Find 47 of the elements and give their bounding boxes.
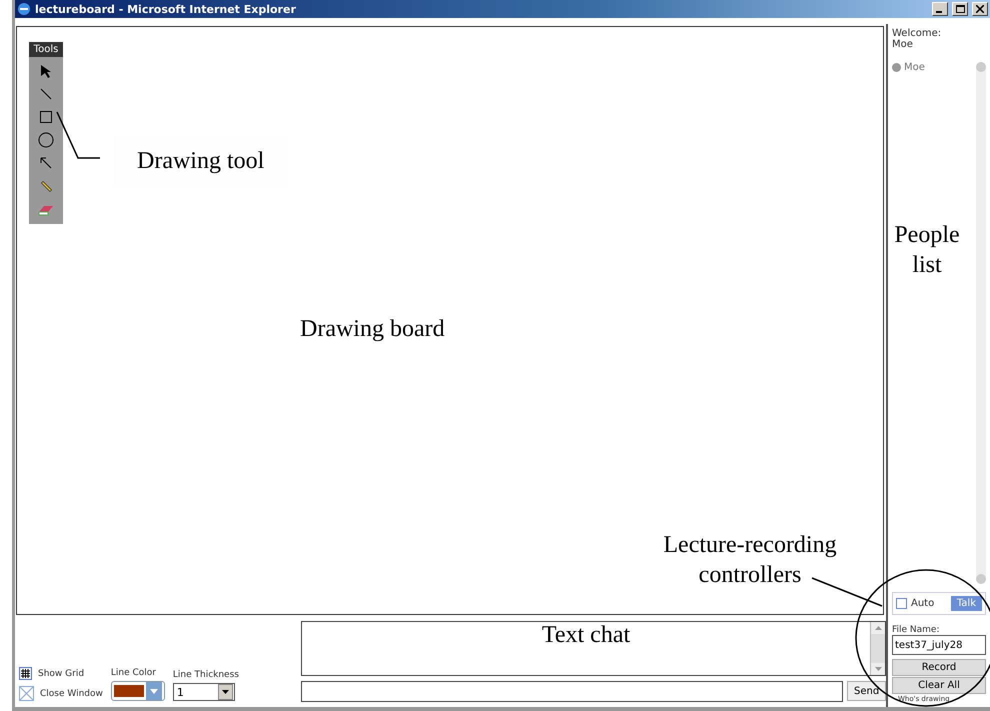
annotation-label: Drawing board [300,316,445,342]
annotation-label: People list [893,221,961,280]
send-button[interactable]: Send [847,681,886,701]
grid-icon [19,667,32,680]
panel-button[interactable]: Clear All [892,677,986,694]
close-window-icon [19,686,34,701]
close-button[interactable] [972,2,988,16]
file-name-field[interactable]: test37_july28 [892,635,986,655]
pointer-icon [39,64,53,78]
auto-label: Auto [911,598,934,609]
circle-icon [38,132,54,148]
dropdown-arrow-icon [150,688,158,694]
minimize-button[interactable] [932,2,948,16]
line-thickness-select[interactable]: 1 [172,683,235,701]
auto-checkbox[interactable] [896,598,907,609]
scroll-down-icon [874,667,882,671]
chat-input[interactable] [301,681,843,702]
arrow-icon [39,156,53,170]
close-window-button[interactable]: Close Window [19,686,103,701]
person-item[interactable]: Moe [892,62,976,73]
window-title: lectureboard - Microsoft Internet Explorer [35,2,297,16]
line-icon [39,87,53,101]
leader-line [56,112,100,159]
tool-button[interactable] [37,131,55,149]
leader-line [812,577,882,607]
pencil-icon [39,179,53,193]
browser-icon [17,2,31,16]
scroll-up-icon [874,626,882,630]
line-color-picker[interactable] [110,681,165,701]
maximize-button[interactable] [952,2,968,16]
panel-button[interactable]: Record [892,659,986,676]
file-name-label: File Name: [892,625,941,635]
scrollbar[interactable] [870,622,885,675]
tool-button[interactable] [37,108,55,126]
user-name: Moe [892,39,914,50]
annotation-label: Lecture-recording controllers [662,531,838,590]
scrollbar[interactable] [976,62,986,584]
close-icon [976,5,984,13]
rectangle-icon [39,110,53,124]
line-thickness-label: Line Thickness [172,670,239,680]
dropdown-arrow-icon [222,690,229,694]
annotation-label: Text chat [542,622,630,650]
maximize-icon [956,5,964,13]
line-color-label: Line Color [110,668,157,678]
palette-title: Tools [29,42,63,57]
show-grid-button[interactable]: Show Grid [19,667,103,680]
welcome-label: Welcome: [892,28,942,39]
